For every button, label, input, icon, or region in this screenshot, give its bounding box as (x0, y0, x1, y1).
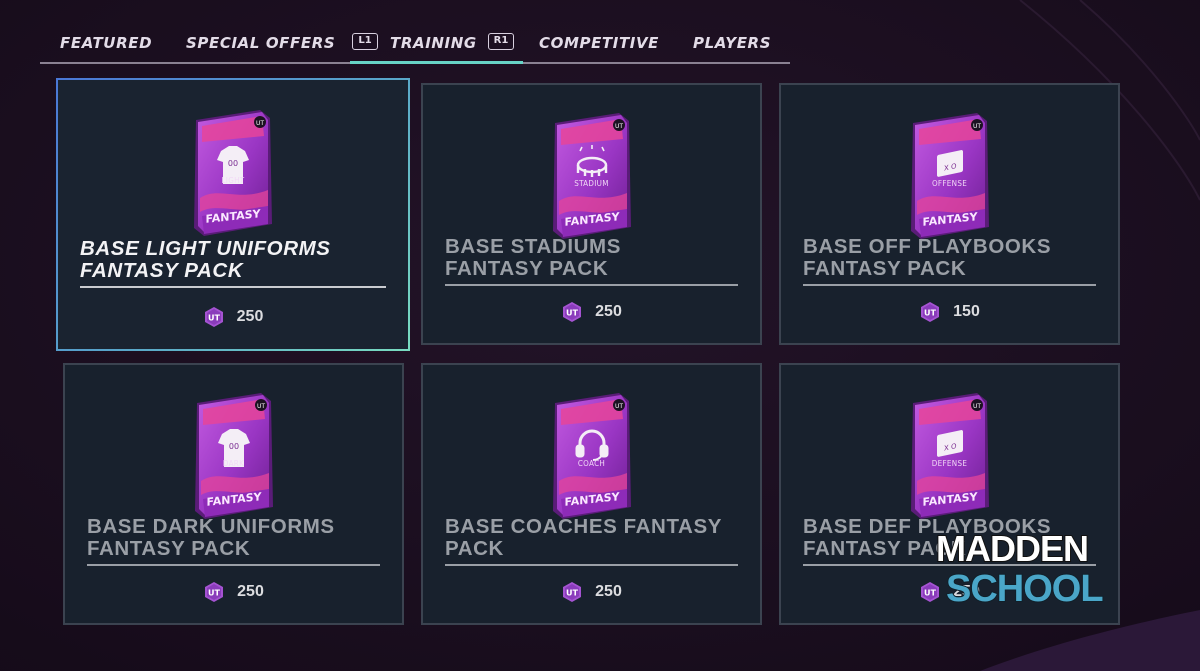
svg-text:UT: UT (924, 589, 936, 598)
price-value: 250 (237, 583, 264, 600)
pack-image: UT STADIUM FANTASY (547, 109, 637, 241)
svg-text:UT: UT (972, 403, 980, 410)
svg-text:UT: UT (256, 403, 264, 410)
pack-card[interactable]: UT 00 DARK FANTASY BASE DARK UNIFORMS FA… (63, 363, 404, 625)
pack-price: UT 250 (58, 306, 408, 328)
r1-button-hint: R1 (488, 33, 514, 50)
pack-type-label: COACH (577, 459, 606, 468)
svg-text:UT: UT (566, 589, 578, 598)
svg-text:UT: UT (256, 120, 264, 127)
pack-title: BASE DARK UNIFORMS FANTASY PACK (87, 516, 380, 566)
svg-text:UT: UT (208, 589, 220, 598)
pack-price: UT 250 (65, 581, 402, 603)
tab-special-offers[interactable]: SPECIAL OFFERS (186, 34, 335, 52)
pack-type-label: STADIUM (574, 179, 609, 188)
pack-image: UT 00 DARK FANTASY (189, 389, 279, 521)
pack-card[interactable]: UT X O OFFENSE FANTASY BASE OFF PLAYBOOK… (779, 83, 1120, 345)
pack-price: UT 150 (781, 301, 1118, 323)
svg-text:UT: UT (924, 309, 936, 318)
madden-school-watermark: MADDEN SCHOOL (935, 527, 1105, 614)
price-value: 250 (595, 583, 622, 600)
training-coin-icon: UT (563, 302, 582, 322)
price-value: 150 (953, 303, 980, 320)
training-coin-icon: UT (921, 302, 940, 322)
tab-players[interactable]: PLAYERS (693, 34, 771, 52)
l1-button-hint: L1 (352, 33, 378, 50)
svg-text:00: 00 (228, 159, 238, 168)
watermark-line-1: MADDEN (935, 527, 1090, 570)
svg-text:UT: UT (972, 123, 980, 130)
svg-text:UT: UT (208, 314, 220, 323)
watermark-line-2: SCHOOL (945, 567, 1105, 611)
pack-title: BASE LIGHT UNIFORMS FANTASY PACK (80, 238, 386, 288)
svg-text:UT: UT (614, 123, 622, 130)
pack-image: UT X O OFFENSE FANTASY (905, 109, 995, 241)
pack-image: UT X O DEFENSE FANTASY (905, 389, 995, 521)
pack-type-label: DARK (222, 459, 245, 468)
tab-competitive[interactable]: COMPETITIVE (539, 34, 659, 52)
svg-text:00: 00 (228, 442, 238, 451)
price-value: 250 (236, 308, 264, 325)
svg-text:UT: UT (614, 403, 622, 410)
training-coin-icon: UT (204, 307, 223, 327)
store-tab-bar: FEATURED SPECIAL OFFERS L1 TRAINING R1 C… (40, 28, 790, 64)
pack-type-label: DEFENSE (931, 459, 968, 468)
svg-text:UT: UT (566, 309, 578, 318)
pack-title: BASE COACHES FANTASY PACK (445, 516, 738, 566)
tab-training[interactable]: TRAINING (350, 34, 523, 64)
pack-image: UT COACH FANTASY (547, 389, 637, 521)
price-value: 250 (595, 303, 622, 320)
tab-featured[interactable]: FEATURED (60, 34, 152, 52)
pack-card[interactable]: UT COACH FANTASY BASE COACHES FANTASY PA… (421, 363, 762, 625)
training-coin-icon: UT (205, 582, 224, 602)
pack-price: UT 250 (423, 581, 760, 603)
pack-price: UT 250 (423, 301, 760, 323)
pack-image: UT 00 LIGHT FANTASY (188, 106, 278, 238)
pack-type-label: OFFENSE (931, 179, 968, 188)
pack-type-label: LIGHT (221, 176, 245, 185)
training-coin-icon: UT (563, 582, 582, 602)
pack-title: BASE OFF PLAYBOOKS FANTASY PACK (803, 236, 1096, 286)
pack-card[interactable]: UT STADIUM FANTASY BASE STADIUMS FANTASY… (421, 83, 762, 345)
pack-card[interactable]: UT 00 LIGHT FANTASY BASE LIGHT UNIFORMS … (56, 78, 410, 351)
pack-title: BASE STADIUMS FANTASY PACK (445, 236, 738, 286)
